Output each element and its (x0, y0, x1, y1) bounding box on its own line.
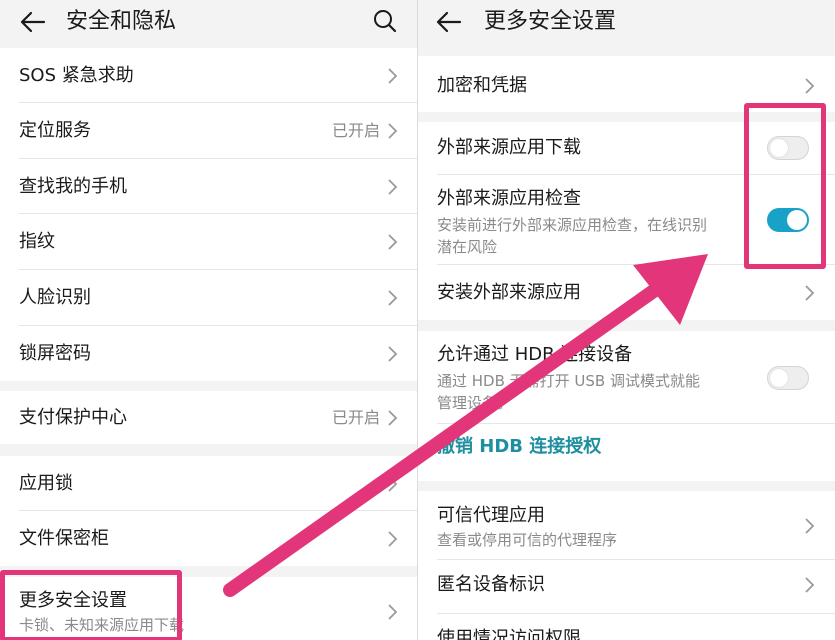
settings-row-file-safe[interactable]: 文件保密柜 (0, 511, 418, 566)
right-screen-more-security: 更多安全设置 加密和凭据 外部来源应用下载 外部来源应用检查 安装前进行外部来源… (418, 0, 835, 640)
settings-group-more: 更多安全设置 卡锁、未知来源应用下载 (0, 577, 418, 640)
row-label: 指纹 (19, 231, 55, 252)
settings-row-find-phone[interactable]: 查找我的手机 (0, 159, 418, 214)
settings-group-hdb: 允许通过 HDB 连接设备 通过 HDB 无需打开 USB 调试模式就能 管理设… (418, 331, 835, 481)
settings-row-install-external[interactable]: 安装外部来源应用 (418, 265, 835, 320)
settings-row-more-security[interactable]: 更多安全设置 卡锁、未知来源应用下载 (0, 577, 418, 640)
chevron-right-icon (388, 179, 398, 195)
chevron-right-icon (388, 234, 398, 250)
settings-group-external-apps: 外部来源应用下载 外部来源应用检查 安装前进行外部来源应用检查，在线识别 潜在风… (418, 122, 835, 320)
settings-group-trust: 可信代理应用 查看或停用可信的代理程序 匿名设备标识 使用情况访问权限 (418, 491, 835, 640)
chevron-right-icon (388, 531, 398, 547)
right-header: 更多安全设置 (418, 0, 835, 46)
row-label: 匿名设备标识 (437, 574, 545, 595)
chevron-right-icon (805, 577, 815, 593)
settings-row-sos[interactable]: SOS 紧急求助 (0, 48, 418, 103)
chevron-right-icon (805, 285, 815, 301)
row-label: 加密和凭据 (437, 75, 527, 96)
chevron-right-icon (388, 290, 398, 306)
row-label: 外部来源应用下载 (437, 137, 581, 158)
row-label: 人脸识别 (19, 287, 91, 308)
row-subtitle: 查看或停用可信的代理程序 (437, 531, 618, 549)
settings-row-anonymous-id[interactable]: 匿名设备标识 (418, 560, 835, 614)
back-arrow-icon[interactable] (20, 9, 46, 35)
chevron-right-icon (805, 518, 815, 534)
row-label: 允许通过 HDB 连接设备 (437, 344, 633, 365)
left-header: 安全和隐私 (0, 0, 418, 46)
row-label: 安装外部来源应用 (437, 282, 581, 303)
row-subtitle-line1: 通过 HDB 无需打开 USB 调试模式就能 (437, 372, 700, 390)
settings-group-lock: 应用锁 文件保密柜 (0, 456, 418, 566)
settings-row-encryption-credentials[interactable]: 加密和凭据 (418, 56, 835, 112)
allow-hdb-toggle[interactable] (767, 366, 809, 390)
row-status: 已开启 (331, 408, 380, 427)
row-label: 查找我的手机 (19, 176, 127, 197)
toggle-knob (787, 210, 807, 230)
page-title: 安全和隐私 (66, 9, 177, 34)
settings-row-fingerprint[interactable]: 指纹 (0, 214, 418, 270)
page-title: 更多安全设置 (484, 9, 617, 34)
row-label: 外部来源应用检查 (437, 188, 581, 209)
settings-row-payment-protection[interactable]: 支付保护中心 已开启 (0, 391, 418, 444)
settings-row-usage-access[interactable]: 使用情况访问权限 (418, 614, 835, 640)
row-label: 定位服务 (19, 120, 91, 141)
row-label: 可信代理应用 (437, 505, 545, 526)
toggle-knob (770, 369, 788, 387)
row-subtitle-line2: 管理设备。 (437, 394, 513, 412)
row-label: 应用锁 (19, 473, 73, 494)
settings-row-app-lock[interactable]: 应用锁 (0, 456, 418, 511)
settings-row-allow-hdb[interactable]: 允许通过 HDB 连接设备 通过 HDB 无需打开 USB 调试模式就能 管理设… (418, 331, 835, 424)
row-label: 使用情况访问权限 (437, 628, 581, 640)
toggle-knob (770, 139, 788, 157)
settings-row-trust-agents[interactable]: 可信代理应用 查看或停用可信的代理程序 (418, 491, 835, 560)
chevron-right-icon (388, 410, 398, 426)
settings-row-location[interactable]: 定位服务 已开启 (0, 103, 418, 159)
settings-group-security: SOS 紧急求助 定位服务 已开启 查找我的手机 指纹 人脸识别 锁屏密码 (0, 48, 418, 381)
chevron-right-icon (388, 123, 398, 139)
settings-row-revoke-hdb[interactable]: 撤销 HDB 连接授权 (418, 424, 835, 481)
row-subtitle: 卡锁、未知来源应用下载 (19, 616, 185, 634)
row-label: SOS 紧急求助 (19, 65, 134, 86)
search-icon[interactable] (372, 8, 398, 34)
settings-row-lock-screen-password[interactable]: 锁屏密码 (0, 326, 418, 381)
chevron-right-icon (805, 78, 815, 94)
settings-row-external-check[interactable]: 外部来源应用检查 安装前进行外部来源应用检查，在线识别 潜在风险 (418, 175, 835, 265)
external-download-toggle[interactable] (767, 136, 809, 160)
chevron-right-icon (388, 604, 398, 620)
row-subtitle-line1: 安装前进行外部来源应用检查，在线识别 (437, 216, 708, 234)
chevron-right-icon (388, 476, 398, 492)
revoke-hdb-link[interactable]: 撤销 HDB 连接授权 (437, 435, 601, 459)
settings-row-face-recognition[interactable]: 人脸识别 (0, 270, 418, 326)
chevron-right-icon (388, 68, 398, 84)
settings-row-external-download[interactable]: 外部来源应用下载 (418, 122, 835, 175)
settings-group-payment: 支付保护中心 已开启 (0, 391, 418, 444)
row-label: 锁屏密码 (19, 343, 91, 364)
external-check-toggle[interactable] (767, 208, 809, 232)
row-label: 支付保护中心 (19, 407, 127, 428)
back-arrow-icon[interactable] (436, 9, 462, 35)
row-label: 更多安全设置 (19, 590, 127, 611)
left-screen-security-privacy: 安全和隐私 SOS 紧急求助 定位服务 已开启 查找我的手机 指纹 人脸识别 锁… (0, 0, 418, 640)
settings-group-credentials: 加密和凭据 (418, 56, 835, 112)
row-subtitle-line2: 潜在风险 (437, 238, 498, 256)
chevron-right-icon (388, 346, 398, 362)
row-label: 文件保密柜 (19, 528, 109, 549)
row-status: 已开启 (331, 121, 380, 140)
